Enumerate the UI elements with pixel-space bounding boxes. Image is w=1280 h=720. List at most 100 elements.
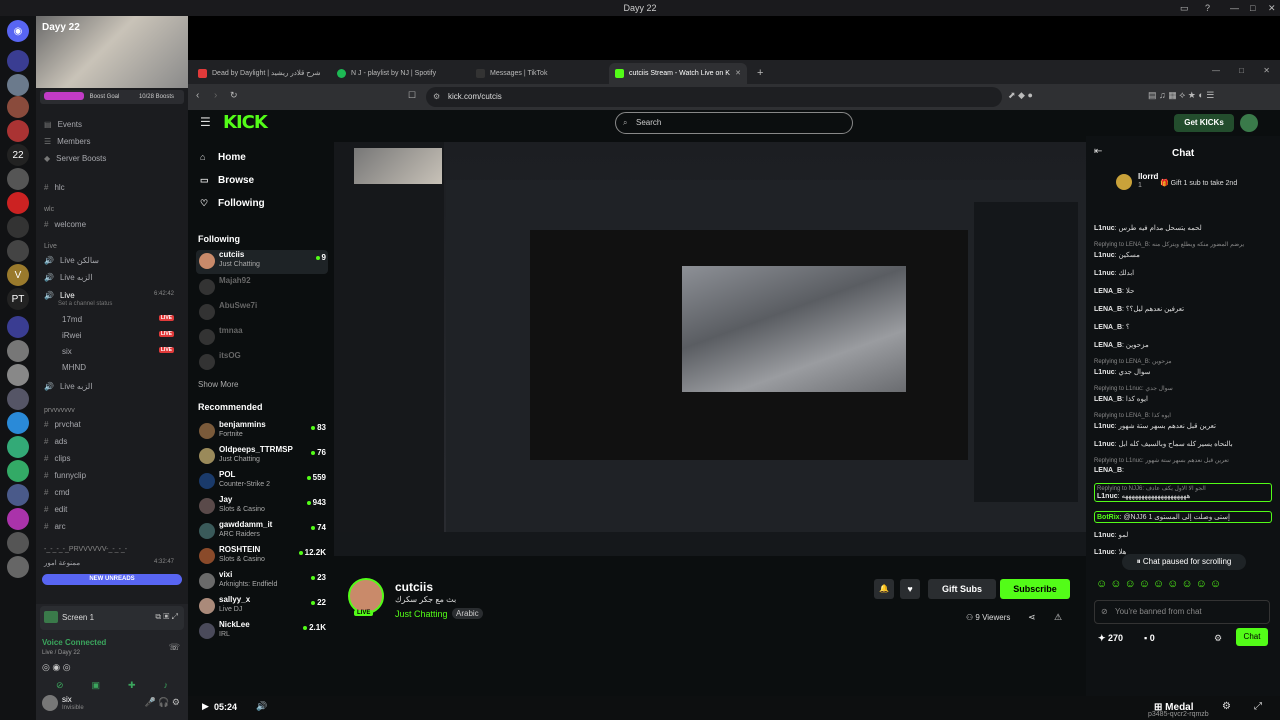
volume-icon[interactable]: 🔊 — [256, 701, 267, 712]
chat-message[interactable]: LENA_B: — [1094, 467, 1272, 474]
server-icon[interactable] — [7, 436, 29, 458]
server-icon[interactable] — [7, 556, 29, 578]
reload-icon[interactable]: ↻ — [230, 90, 238, 101]
monitor-icon[interactable]: ▭ — [1180, 0, 1189, 16]
voice-channel[interactable]: 🔊 Live الزبه — [44, 382, 92, 391]
channel-status[interactable]: Set a channel status — [58, 301, 112, 307]
voice-actions[interactable]: ◎ ◉ ◎ — [42, 662, 71, 673]
pinned-gift-banner[interactable]: llorrd 1 🎁 Gift 1 sub to take 2nd — [1116, 172, 1266, 194]
user-controls[interactable]: 🎤 🎧 ⚙ — [145, 697, 180, 708]
maximize-icon[interactable]: □ — [1239, 66, 1244, 75]
chat-message[interactable]: L1nuc: لحمه يتسحل مدام فيه طرس — [1094, 224, 1272, 232]
boost-goal[interactable]: Boost Goal 10/28 Boosts — [40, 90, 184, 104]
play-icon[interactable]: ▶ — [202, 701, 209, 712]
server-icon[interactable] — [7, 120, 29, 142]
settings-icon[interactable]: ⚙ — [1214, 633, 1222, 644]
show-more-link[interactable]: Show More — [198, 380, 238, 389]
streamer-name[interactable]: cutciis — [395, 580, 433, 594]
chat-paused-pill[interactable]: ⏸ Chat paused for scrolling — [1122, 554, 1246, 570]
recommended-item[interactable]: NickLee IRL 2.1K — [196, 620, 328, 644]
channel-category[interactable]: -_-_-_-_PRVVVVVV-_-_-_- — [44, 546, 127, 553]
recommended-item[interactable]: Oldpeeps_TTRMSP Just Chatting 76 — [196, 445, 328, 469]
voice-channel-label[interactable]: Live / Dayy 22 — [42, 650, 80, 656]
server-name[interactable]: Dayy 22 — [42, 22, 80, 33]
server-icon[interactable] — [7, 50, 29, 72]
fullscreen-icon[interactable]: ⤢ — [1254, 701, 1262, 712]
chat-message[interactable]: LENA_B: تعرفين نعدهم ليل؟؟ — [1094, 305, 1272, 313]
hamburger-icon[interactable]: ☰ — [200, 115, 211, 129]
recommended-item[interactable]: Jay Slots & Casino 943 — [196, 495, 328, 519]
tab-spotify[interactable]: N J - playlist by NJ | Spotify — [331, 63, 466, 84]
following-item[interactable]: cutciis Just Chatting 9 — [196, 250, 328, 274]
recommended-item[interactable]: vixi Arknights: Endfield 23 — [196, 570, 328, 594]
discord-home-icon[interactable]: ◉ — [7, 20, 29, 42]
voice-channel[interactable]: 🔊 Live الزبه — [44, 273, 92, 282]
server-icon[interactable] — [7, 412, 29, 434]
channel-item[interactable]: # hlc — [44, 183, 65, 192]
url-input[interactable]: ⚙ kick.com/cutcis — [426, 87, 1002, 107]
channel-item[interactable]: # edit — [44, 505, 67, 514]
chat-input[interactable]: ⊘ You're banned from chat — [1094, 600, 1270, 624]
server-icon[interactable]: V — [7, 264, 29, 286]
server-icon[interactable] — [7, 364, 29, 386]
chat-highlighted-message[interactable]: Replying to NJJ6: الجو الا الاول يكف عاد… — [1094, 483, 1272, 502]
following-item[interactable]: AbuSwe7i — [196, 301, 328, 325]
channel-item[interactable]: # arc — [44, 522, 66, 531]
subscribe-button[interactable]: Subscribe — [1000, 579, 1070, 599]
server-icon[interactable]: PT — [7, 288, 29, 310]
forward-icon[interactable]: › — [214, 90, 217, 101]
chat-message[interactable]: L1nuc: سوال جدي — [1094, 368, 1272, 376]
nav-following[interactable]: ♡ Following — [200, 198, 265, 209]
settings-icon[interactable]: ⚙ — [1222, 701, 1231, 712]
voice-member[interactable]: iRwei LIVE — [62, 331, 180, 340]
video-player[interactable] — [334, 142, 1086, 556]
back-icon[interactable]: ‹ — [196, 90, 199, 101]
channel-item[interactable]: # welcome — [44, 220, 86, 229]
collapse-chat-icon[interactable]: ⇤ — [1094, 146, 1102, 157]
stream-category[interactable]: Just Chatting — [395, 609, 448, 619]
chat-message[interactable]: LENA_B: ايوه كذا — [1094, 395, 1272, 403]
tab-dead-by-daylight[interactable]: Dead by Daylight | شرح قلادر ريشيد — [192, 63, 327, 84]
channel-item[interactable]: # prvchat — [44, 420, 81, 429]
nav-browse[interactable]: ▭ Browse — [200, 175, 254, 186]
server-icon[interactable]: 22 — [7, 144, 29, 166]
channel-item[interactable]: ممنوعة امور 4:32:47 — [44, 559, 174, 567]
menu-events[interactable]: ▤ Events — [44, 120, 82, 129]
kick-logo[interactable]: KICK — [223, 112, 268, 133]
new-unreads-pill[interactable]: NEW UNREADS — [42, 574, 182, 585]
kicks-counter[interactable]: ▪ 0 — [1144, 633, 1155, 643]
server-icon[interactable] — [7, 192, 29, 214]
toolbar-icons[interactable]: ▤ ♫ ▦ ⟡ ★ ◐ ☰ — [1148, 90, 1214, 101]
following-item[interactable]: tmnaa — [196, 326, 328, 350]
chat-send-button[interactable]: Chat — [1236, 628, 1268, 646]
language-tag[interactable]: Arabic — [452, 608, 483, 619]
server-icon[interactable] — [7, 240, 29, 262]
chat-message[interactable]: LENA_B: حلا — [1094, 287, 1272, 295]
user-name[interactable]: six — [62, 695, 72, 704]
server-icon[interactable] — [7, 340, 29, 362]
bookmark-icon[interactable]: ☐ — [408, 90, 416, 101]
screen-share-panel[interactable]: Screen 1 ⧉ ▣ ⤢ — [40, 606, 184, 630]
voice-member[interactable]: 17md LIVE — [62, 315, 180, 324]
voice-member[interactable]: MHND — [62, 363, 86, 372]
search-input[interactable]: ⌕ Search — [615, 112, 853, 134]
server-icon[interactable] — [7, 508, 29, 530]
bell-icon[interactable]: 🔔 — [874, 579, 894, 599]
server-icon[interactable] — [7, 168, 29, 190]
close-tab-icon[interactable]: ✕ — [735, 63, 741, 84]
close-icon[interactable]: ✕ — [1263, 66, 1270, 75]
avatar[interactable] — [42, 695, 58, 711]
recommended-item[interactable]: gawddamm_it ARC Raiders 74 — [196, 520, 328, 544]
chat-message[interactable]: LENA_B: ؟ — [1094, 323, 1272, 331]
minimize-icon[interactable]: — — [1212, 66, 1220, 75]
help-icon[interactable]: ? — [1205, 0, 1210, 16]
disconnect-icon[interactable]: ☏ — [169, 642, 180, 653]
avatar[interactable] — [1240, 114, 1258, 132]
server-icon[interactable] — [7, 96, 29, 118]
share-icon[interactable]: ⋖ — [1028, 612, 1036, 623]
channel-item[interactable]: # funnyclip — [44, 471, 86, 480]
nav-home[interactable]: ⌂ Home — [200, 152, 246, 163]
server-icon[interactable] — [7, 460, 29, 482]
chat-message[interactable]: L1nuc: ابدلك — [1094, 269, 1272, 277]
channel-item[interactable]: # ads — [44, 437, 67, 446]
